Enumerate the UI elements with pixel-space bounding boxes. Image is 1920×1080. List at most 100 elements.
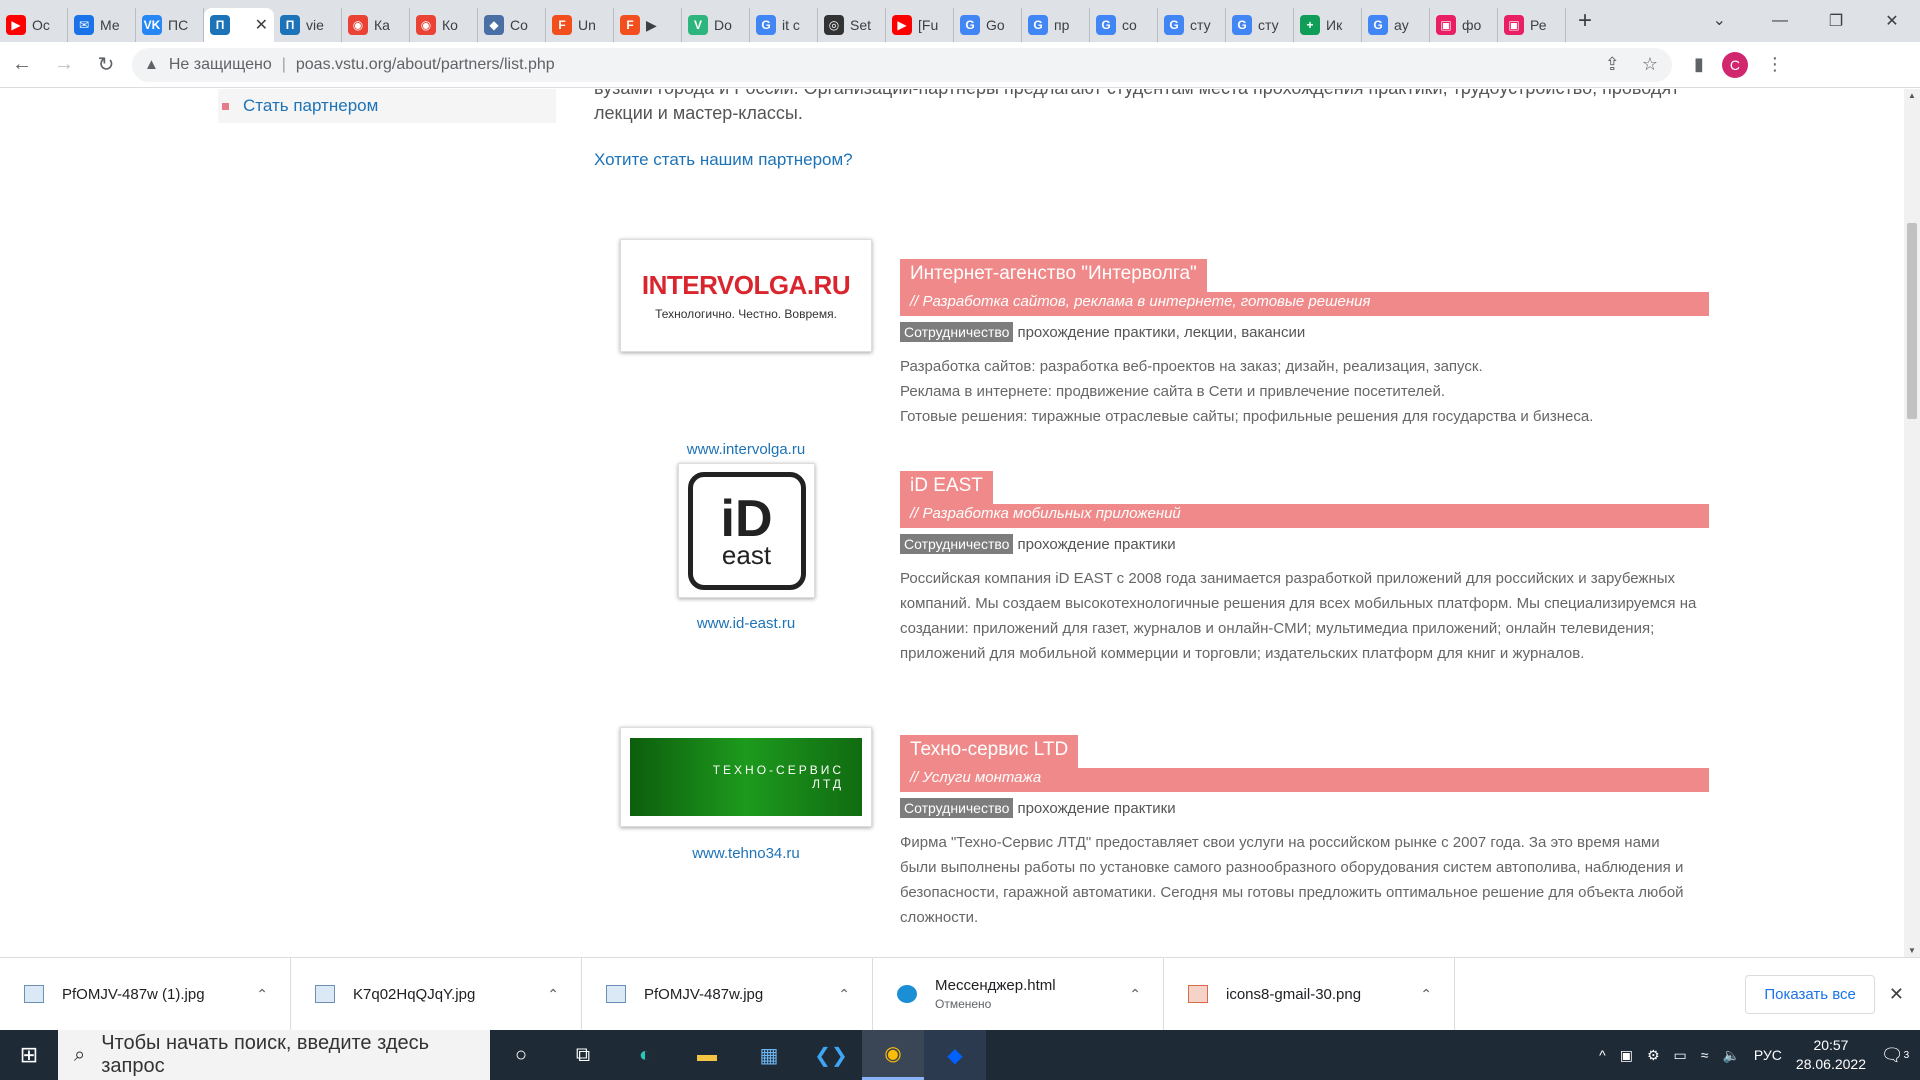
partner-logo[interactable]: ТЕХНО-СЕРВИС ЛТД (620, 727, 872, 827)
tab-title[interactable]: Ик (1326, 17, 1342, 33)
scroll-up-icon[interactable]: ▲ (1908, 91, 1916, 100)
browser-tab[interactable]: ✉ Ме (68, 8, 136, 42)
menu-dots-icon[interactable]: ⋮ (1766, 54, 1784, 75)
new-tab-button[interactable]: + (1578, 7, 1592, 35)
download-filename[interactable]: PfOMJV-487w (1).jpg (62, 986, 205, 1003)
tray-network-settings-icon[interactable]: ⚙ (1647, 1047, 1660, 1064)
tab-title[interactable]: ПС (168, 17, 188, 33)
close-downloads-icon[interactable]: ✕ (1889, 984, 1904, 1005)
page-scrollbar[interactable]: ▲ ▼ (1904, 89, 1920, 957)
tab-title[interactable]: Un (578, 17, 596, 33)
browser-tab[interactable]: VK ПС (136, 8, 204, 42)
browser-tab[interactable]: Gco (1090, 8, 1158, 42)
back-icon[interactable]: ← (2, 45, 42, 85)
download-filename[interactable]: PfOMJV-487w.jpg (644, 986, 763, 1003)
chevron-up-icon[interactable]: ⌃ (1420, 986, 1432, 1003)
download-item[interactable]: icons8-gmail-30.png ⌃ (1164, 957, 1455, 1031)
partner-website-link[interactable]: www.intervolga.ru (620, 441, 872, 458)
browser-tab[interactable]: F ▶ (614, 8, 682, 42)
tab-title[interactable]: Co (510, 17, 528, 33)
volume-icon[interactable]: 🔈 (1722, 1047, 1739, 1064)
browser-tab[interactable]: G Go (954, 8, 1022, 42)
notifications-icon[interactable]: 🗨 3 (1880, 1040, 1910, 1070)
scrollbar-thumb[interactable] (1907, 223, 1917, 419)
profile-avatar[interactable]: C (1721, 51, 1748, 78)
tab-title[interactable]: пр (1054, 17, 1069, 33)
browser-tab[interactable]: ▶ Ос (0, 8, 68, 42)
store-icon[interactable]: ▦ (738, 1030, 800, 1080)
insecure-label[interactable]: Не защищено (169, 56, 272, 74)
tab-title[interactable]: сту (1190, 17, 1211, 33)
tab-title[interactable]: Ко (442, 17, 458, 33)
chevron-up-icon[interactable]: ⌃ (1129, 986, 1141, 1003)
chevron-up-icon[interactable]: ⌃ (256, 986, 268, 1003)
browser-tab[interactable]: Gсту (1158, 8, 1226, 42)
download-filename[interactable]: K7q02HqQJqY.jpg (353, 986, 475, 1003)
share-icon[interactable]: ⇪ (1605, 54, 1620, 75)
become-partner-link[interactable]: Хотите стать нашим партнером? (594, 150, 853, 170)
cortana-icon[interactable]: ○ (490, 1030, 552, 1080)
bookmark-star-icon[interactable]: ☆ (1642, 54, 1658, 75)
search-placeholder[interactable]: Чтобы начать поиск, введите здесь запрос (101, 1032, 490, 1078)
browser-tab[interactable]: Пvie (274, 8, 342, 42)
tray-chevron-icon[interactable]: ^ (1599, 1047, 1606, 1063)
browser-tab[interactable]: П ✕ (204, 8, 274, 42)
language-indicator[interactable]: РУС (1754, 1047, 1782, 1063)
browser-tab[interactable]: Gay (1362, 8, 1430, 42)
tab-title[interactable]: Ре (1530, 17, 1547, 33)
partner-website-link[interactable]: www.tehno34.ru (620, 845, 872, 862)
download-filename[interactable]: icons8-gmail-30.png (1226, 986, 1361, 1003)
close-window-icon[interactable]: ✕ (1864, 0, 1920, 42)
task-view-icon[interactable]: ⧉ (552, 1030, 614, 1080)
close-tab-icon[interactable]: ✕ (255, 15, 268, 35)
browser-tab[interactable]: ▶ [Fu (886, 8, 954, 42)
windows-start-icon[interactable]: ⊞ (0, 1030, 58, 1080)
tab-title[interactable]: сту (1258, 17, 1279, 33)
download-item[interactable]: Мессенджер.html Отменено ⌃ (873, 957, 1164, 1031)
partner-logo[interactable]: INTERVOLGA.RU Технологично. Честно. Вовр… (620, 239, 872, 352)
browser-tab[interactable]: ◆ Co (478, 8, 546, 42)
partner-logo[interactable]: iD east (678, 463, 815, 598)
warning-icon[interactable]: ▲ (144, 56, 159, 73)
tab-title[interactable]: Ка (374, 17, 390, 33)
tab-title[interactable]: co (1122, 17, 1137, 33)
browser-tab[interactable]: Gпр (1022, 8, 1090, 42)
minimize-icon[interactable]: — (1752, 0, 1808, 42)
chrome-icon[interactable]: ◉ (862, 1030, 924, 1080)
chevron-up-icon[interactable]: ⌃ (547, 986, 559, 1003)
tab-title[interactable]: ▶ (646, 17, 657, 34)
browser-tab[interactable]: ◉ Ко (410, 8, 478, 42)
forward-icon[interactable]: → (44, 45, 84, 85)
wifi-icon[interactable]: ≈ (1701, 1047, 1709, 1063)
tab-title[interactable]: Go (986, 17, 1005, 33)
restore-icon[interactable]: ❐ (1808, 0, 1864, 42)
dropbox-icon[interactable]: ◆ (924, 1030, 986, 1080)
battery-icon[interactable]: ▭ (1674, 1047, 1687, 1064)
file-explorer-icon[interactable]: ▬ (676, 1030, 738, 1080)
edge-icon[interactable]: ◐ (614, 1030, 676, 1080)
download-filename[interactable]: Мессенджер.html (935, 977, 1056, 994)
tab-title[interactable]: Ос (32, 17, 50, 33)
address-bar[interactable]: ▲ Не защищено | poas.vstu.org/about/part… (132, 47, 1672, 82)
partner-website-link[interactable]: www.id-east.ru (620, 615, 872, 632)
download-item[interactable]: PfOMJV-487w.jpg ⌃ (582, 957, 873, 1031)
tab-title[interactable]: [Fu (918, 17, 938, 33)
show-all-downloads-button[interactable]: Показать все (1745, 974, 1875, 1014)
browser-tab[interactable]: ◉ Ка (342, 8, 410, 42)
tray-app-icon[interactable]: ▣ (1620, 1047, 1633, 1064)
browser-tab[interactable]: ▣ фо (1430, 8, 1498, 42)
tab-title[interactable]: Do (714, 17, 732, 33)
browser-tab[interactable]: V Do (682, 8, 750, 42)
browser-tab[interactable]: Gсту (1226, 8, 1294, 42)
url-text[interactable]: poas.vstu.org/about/partners/list.php (296, 56, 555, 74)
reload-icon[interactable]: ↻ (86, 45, 126, 85)
tab-title[interactable]: vie (306, 17, 324, 33)
browser-tab[interactable]: + Ик (1294, 8, 1362, 42)
tab-title[interactable]: Set (850, 17, 871, 33)
side-panel-icon[interactable]: ▮ (1694, 54, 1704, 75)
taskbar-search[interactable]: ⌕ Чтобы начать поиск, введите здесь запр… (58, 1030, 490, 1080)
vscode-icon[interactable]: ❮❯ (800, 1030, 862, 1080)
download-item[interactable]: K7q02HqQJqY.jpg ⌃ (291, 957, 582, 1031)
tab-search-chevron-icon[interactable]: ⌄ (1713, 10, 1726, 30)
download-item[interactable]: PfOMJV-487w (1).jpg ⌃ (0, 957, 291, 1031)
